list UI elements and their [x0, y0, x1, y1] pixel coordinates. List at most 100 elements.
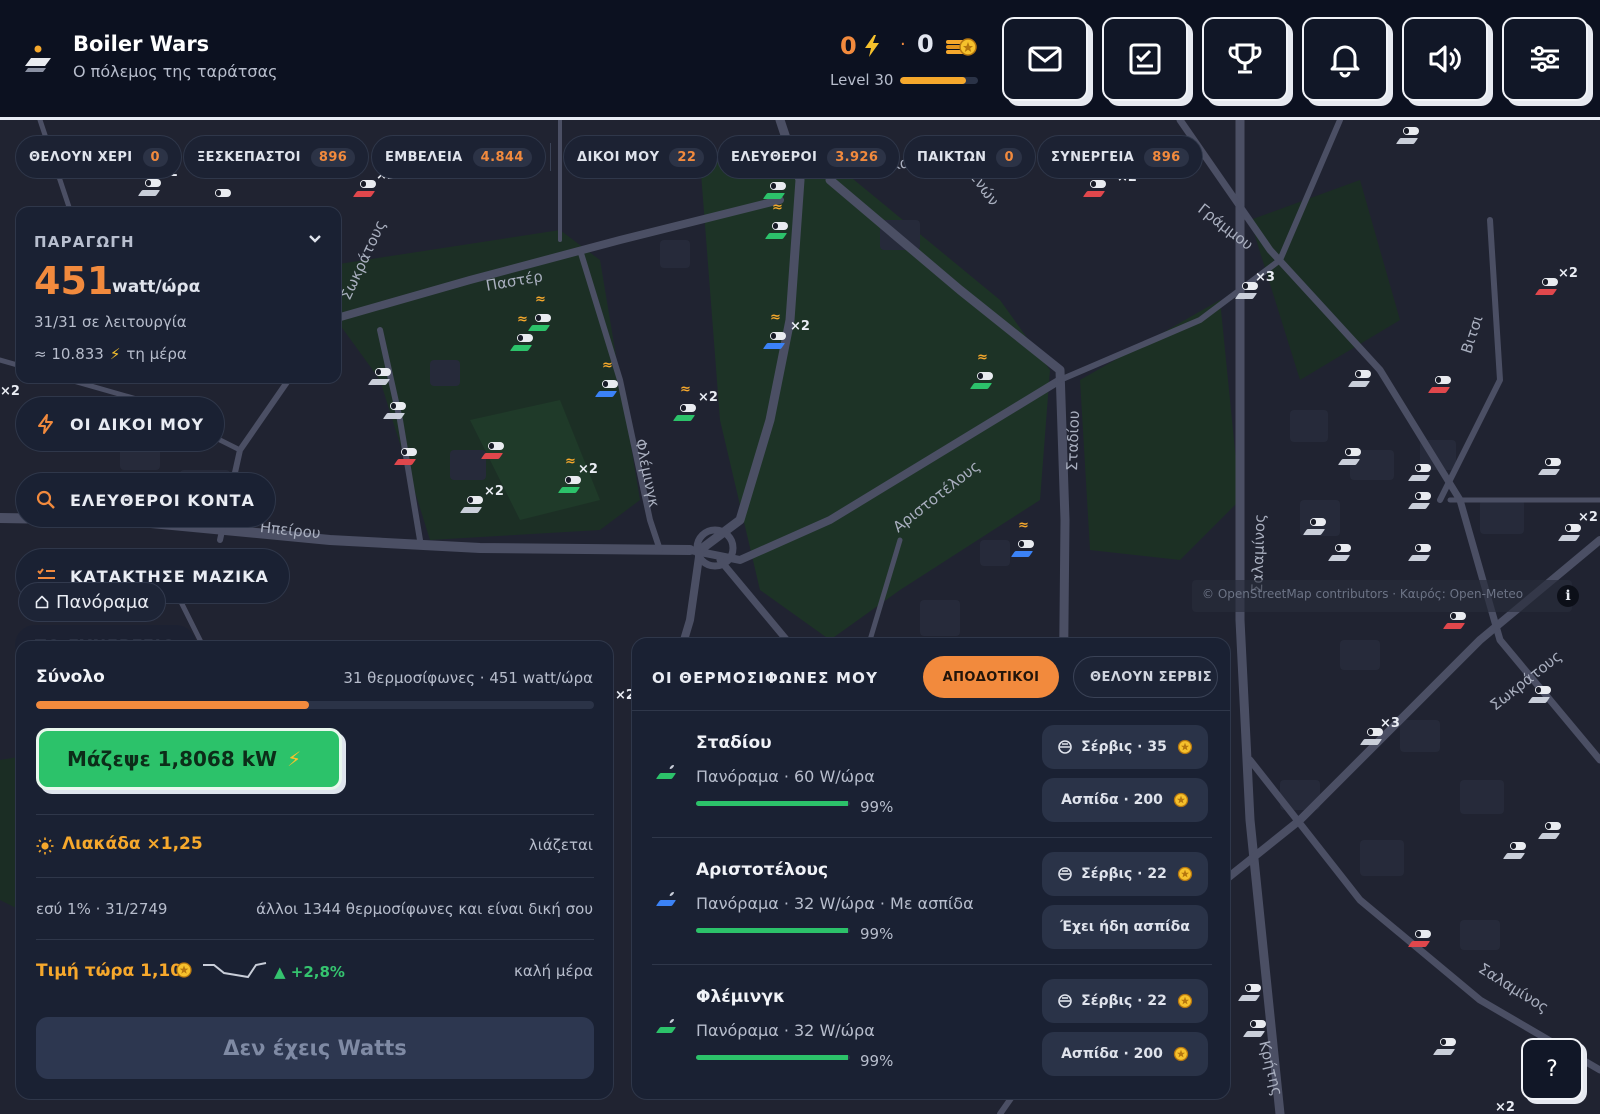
price-label: Τιμή τώρα 1,10 [36, 961, 183, 981]
app-subtitle: Ο πόλεμος της ταράτσας [73, 62, 278, 81]
help-button[interactable]: ? [1521, 1038, 1583, 1100]
production-card[interactable]: ΠΑΡΑΓΩΓΗ 451 watt/ώρα 31/31 σε λειτουργί… [15, 206, 342, 384]
filter-mine[interactable]: ΔΙΚΟΙ ΜΟΥ 22 [563, 135, 719, 179]
filter-players[interactable]: ΠΑΙΚΤΩΝ 0 [903, 135, 1036, 179]
daily-amount: ≈ 10.833 [34, 345, 104, 363]
boiler-marker[interactable]: ≈ [969, 351, 994, 394]
area-pill[interactable]: Πανόραμα [18, 582, 167, 622]
no-watts-button[interactable]: Δεν έχεις Watts [36, 1017, 594, 1079]
rank-label: εσύ 1% · 31/2749 [36, 900, 168, 918]
sound-button[interactable] [1402, 17, 1488, 101]
filter-range[interactable]: ΕΜΒΕΛΕΙΑ 4.844 [371, 135, 546, 179]
service-label: Σέρβις · 22 [1081, 993, 1167, 1009]
boiler-marker[interactable] [1407, 462, 1432, 486]
service-button[interactable]: Σέρβις · 22 [1042, 852, 1208, 896]
boiler-name: Σταδίου [696, 733, 772, 753]
shield-label: Ασπίδα · 200 [1061, 792, 1163, 808]
collect-button[interactable]: Μάζεψε 1,8068 kW ⚡ [36, 728, 342, 790]
boiler-marker[interactable] [1527, 684, 1552, 708]
boiler-marker[interactable] [1302, 516, 1327, 540]
filter-label: ΔΙΚΟΙ ΜΟΥ [577, 149, 660, 165]
boiler-marker[interactable] [1242, 1018, 1267, 1042]
coin-icon [176, 962, 192, 978]
mail-button[interactable] [1002, 17, 1088, 101]
filter-label: ΕΜΒΕΛΕΙΑ [385, 149, 463, 165]
shield-button[interactable]: Έχει ήδη ασπίδα [1042, 905, 1208, 949]
filter-label: ΞΕΣΚΕΠΑΣΤΟΙ [197, 149, 301, 165]
boiler-marker[interactable] [1395, 125, 1420, 149]
boiler-marker[interactable]: ≈ [557, 455, 582, 498]
service-button[interactable]: Σέρβις · 35 [1042, 725, 1208, 769]
boiler-row[interactable]: Φλέμινγκ Πανόραμα · 32 W/ώρα 99% Σέρβις … [632, 965, 1230, 1092]
boiler-marker[interactable] [1347, 368, 1372, 392]
boiler-health-bar [696, 1055, 850, 1060]
app-title: Boiler Wars [73, 32, 210, 56]
boiler-marker[interactable] [1407, 542, 1432, 566]
boiler-health-fill [696, 1055, 849, 1060]
boiler-marker[interactable] [480, 440, 505, 464]
service-button[interactable]: Σέρβις · 22 [1042, 979, 1208, 1023]
tab-efficient[interactable]: ΑΠΟΔΟΤΙΚΟΙ [923, 656, 1059, 698]
my-boilers-button[interactable]: ΟΙ ΔΙΚΟΙ ΜΟΥ [15, 396, 226, 452]
tasks-button[interactable] [1102, 17, 1188, 101]
boiler-row[interactable]: Αριστοτέλους Πανόραμα · 32 W/ώρα · Με ασ… [632, 838, 1230, 965]
filter-free[interactable]: ΕΛΕΥΘΕΡΟΙ 3.926 [717, 135, 901, 179]
boiler-marker[interactable]: ≈ [762, 311, 787, 354]
boiler-marker[interactable] [1082, 178, 1107, 202]
boiler-marker[interactable] [1237, 982, 1262, 1006]
boiler-marker[interactable] [1442, 610, 1467, 634]
boiler-marker[interactable] [1337, 446, 1362, 470]
shield-button[interactable]: Ασπίδα · 200 [1042, 1032, 1208, 1076]
weather-state: λιάζεται [528, 836, 593, 854]
filter-count: 0 [142, 147, 168, 167]
shield-button[interactable]: Ασπίδα · 200 [1042, 778, 1208, 822]
boiler-marker[interactable]: ≈ [672, 383, 697, 426]
shield-label: Ασπίδα · 200 [1061, 1046, 1163, 1062]
boiler-marker[interactable] [1407, 928, 1432, 952]
wrench-icon [1058, 994, 1072, 1008]
boiler-marker[interactable] [382, 400, 407, 424]
boiler-marker[interactable] [1537, 820, 1562, 844]
chevron-down-icon[interactable] [307, 231, 323, 247]
boiler-marker[interactable] [1557, 522, 1582, 546]
boiler-marker[interactable]: ≈ [1010, 519, 1035, 562]
free-near-button[interactable]: ΕΛΕΥΘΕΡΟΙ ΚΟΝΤΑ [15, 472, 276, 528]
wrench-icon [1058, 867, 1072, 881]
notifications-button[interactable] [1302, 17, 1388, 101]
summary-card: Σύνολο 31 θερμοσίφωνες · 451 watt/ώρα Μά… [15, 640, 614, 1100]
boiler-marker[interactable] [1502, 840, 1527, 864]
boiler-marker[interactable]: ≈ [764, 201, 789, 244]
settings-button[interactable] [1502, 17, 1588, 101]
coin-icon [1173, 1046, 1189, 1062]
trophy-button[interactable] [1202, 17, 1288, 101]
tab-need-service[interactable]: ΘΕΛΟΥΝ ΣΕΡΒΙΣ [1073, 656, 1218, 698]
filter-workshops[interactable]: ΣΥΝΕΡΓΕΙΑ 896 [1037, 135, 1203, 179]
boiler-marker[interactable] [1427, 374, 1452, 398]
boiler-marker[interactable] [367, 366, 392, 390]
boilers-title: ΟΙ ΘΕΡΜΟΣΙΦΩΝΕΣ ΜΟΥ [652, 669, 879, 687]
boiler-marker[interactable] [1534, 276, 1559, 300]
boiler-health-bar [696, 928, 850, 933]
boiler-row[interactable]: Σταδίου Πανόραμα · 60 W/ώρα 99% Σέρβις ·… [632, 711, 1230, 838]
map-attribution[interactable]: © OpenStreetMap contributors · Καιρός: O… [1192, 580, 1572, 612]
free-near-label: ΕΛΕΥΘΕΡΟΙ ΚΟΝΤΑ [70, 490, 255, 510]
boiler-marker[interactable] [393, 446, 418, 470]
filter-need-help[interactable]: ΘΕΛΟΥΝ ΧΕΡΙ 0 [15, 135, 182, 179]
boiler-marker[interactable]: ≈ [509, 313, 534, 356]
boiler-marker[interactable] [1407, 490, 1432, 514]
summary-progress-bar [36, 701, 594, 709]
boiler-marker[interactable] [459, 494, 484, 518]
boiler-marker[interactable] [352, 178, 377, 202]
divider [36, 877, 594, 878]
boiler-marker[interactable] [1327, 542, 1352, 566]
summary-meta: 31 θερμοσίφωνες · 451 watt/ώρα [343, 669, 593, 687]
marker-multiplier: ×2 [484, 484, 504, 499]
info-icon[interactable]: i [1557, 585, 1579, 607]
boiler-marker[interactable] [1432, 1036, 1457, 1060]
boiler-marker[interactable] [1537, 456, 1562, 480]
boiler-marker[interactable] [137, 177, 162, 201]
filter-label: ΕΛΕΥΘΕΡΟΙ [731, 149, 818, 165]
filter-uncovered[interactable]: ΞΕΣΚΕΠΑΣΤΟΙ 896 [183, 135, 370, 179]
boiler-marker[interactable]: ≈ [594, 359, 619, 402]
tasks-icon [1129, 43, 1161, 75]
